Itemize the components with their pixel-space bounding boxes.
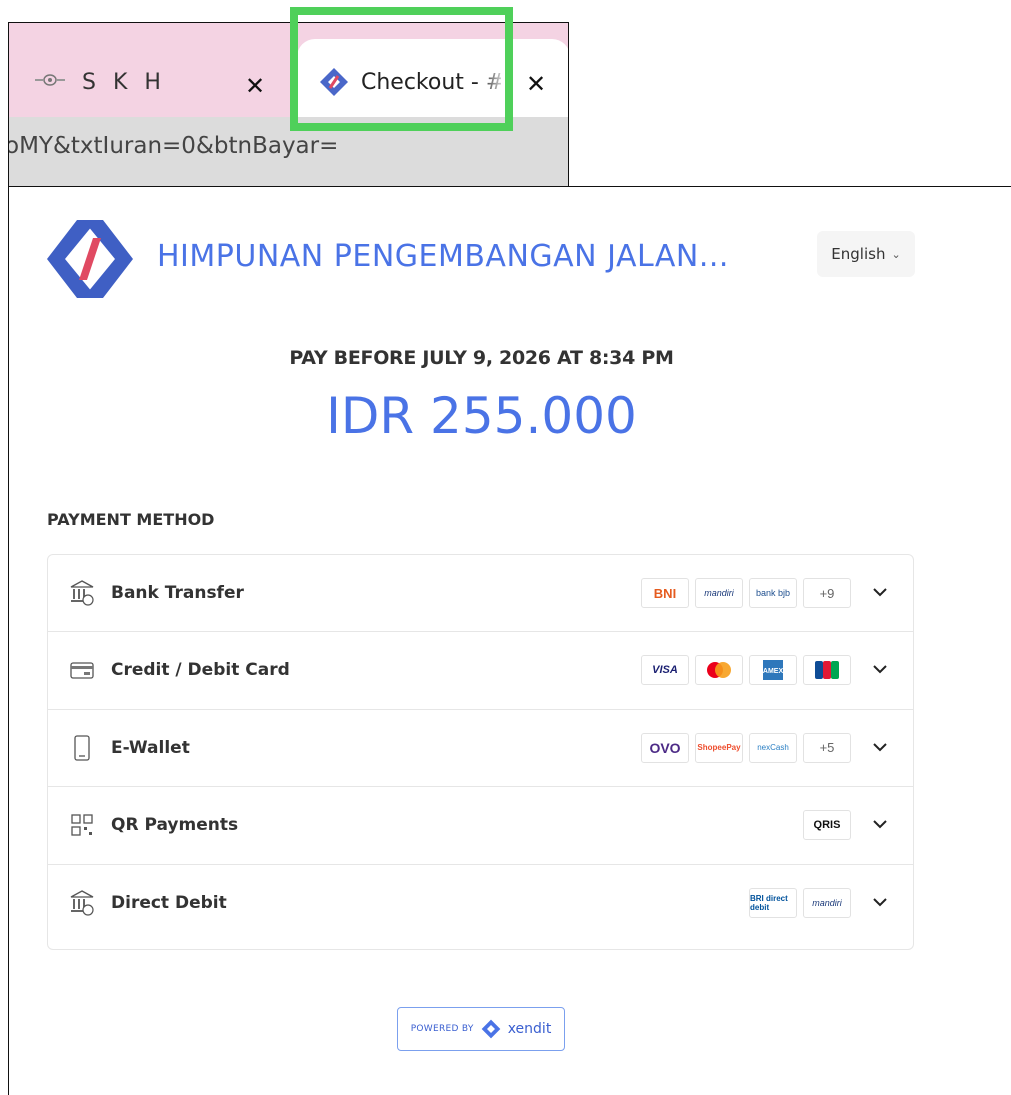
payment-option-bank-transfer[interactable]: Bank Transfer BNI mandiri bank bjb +9	[48, 555, 913, 633]
chevron-down-icon[interactable]	[873, 662, 887, 676]
payment-option-label: QR Payments	[111, 815, 239, 836]
more-providers-badge: +5	[803, 732, 851, 763]
language-label: English	[831, 245, 886, 263]
ovo-logo: OVO	[641, 732, 689, 763]
bank-icon	[70, 580, 94, 606]
payment-option-label: Bank Transfer	[111, 583, 244, 603]
chevron-down-icon[interactable]	[873, 740, 887, 754]
xendit-logo-icon	[481, 1019, 501, 1039]
tab-highlight-box	[290, 7, 513, 131]
payment-option-direct-debit[interactable]: Direct Debit BRI direct debit mandiri	[48, 865, 913, 942]
amex-icon: AMEX	[763, 660, 783, 681]
mandiri-logo: mandiri	[803, 887, 851, 918]
powered-by-label: POWERED BY	[410, 1024, 474, 1034]
tab-skh[interactable]: S K H ✕	[9, 43, 294, 117]
provider-logos: BNI mandiri bank bjb +9	[641, 578, 851, 608]
jcb-icon	[815, 661, 839, 680]
bank-bjb-logo: bank bjb	[749, 578, 797, 608]
chevron-down-icon[interactable]	[873, 817, 887, 831]
address-url: oMY&txtIuran=0&btnBayar=	[8, 133, 339, 159]
provider-logos: VISA AMEX	[641, 655, 851, 686]
visa-logo: VISA	[641, 655, 689, 686]
credit-card-icon	[70, 662, 94, 680]
bank-icon	[70, 889, 94, 916]
skh-favicon-icon	[35, 74, 65, 86]
payment-option-label: E-Wallet	[111, 737, 190, 758]
payment-option-label: Credit / Debit Card	[111, 660, 290, 681]
mobile-phone-icon	[74, 735, 90, 761]
payment-option-e-wallet[interactable]: E-Wallet OVO ShopeePay nexCash +5	[48, 710, 913, 788]
more-providers-badge: +9	[803, 578, 851, 608]
shopeepay-logo: ShopeePay	[695, 732, 743, 763]
mastercard-logo	[695, 655, 743, 686]
close-tab-icon[interactable]: ✕	[525, 72, 547, 96]
payment-method-title: PAYMENT METHOD	[47, 510, 215, 529]
chevron-down-icon: ⌄	[891, 247, 901, 261]
chevron-down-icon[interactable]	[873, 585, 887, 599]
payment-option-qr-payments[interactable]: QR Payments QRIS	[48, 787, 913, 865]
provider-logos: OVO ShopeePay nexCash +5	[641, 732, 851, 763]
nexcash-logo: nexCash	[749, 732, 797, 763]
bri-direct-debit-logo: BRI direct debit	[749, 887, 797, 918]
screen: S K H ✕ Checkout - # ✕ oMY&txtIuran=0&bt…	[0, 0, 1011, 1095]
chevron-down-icon[interactable]	[873, 895, 887, 909]
xendit-brand: xendit	[507, 1021, 552, 1037]
jcb-logo	[803, 655, 851, 686]
language-selector[interactable]: English ⌄	[817, 231, 915, 277]
payment-method-list: Bank Transfer BNI mandiri bank bjb +9 Cr…	[47, 554, 914, 950]
merchant-name: HIMPUNAN PENGEMBANGAN JALAN...	[157, 239, 729, 274]
amex-logo: AMEX	[749, 655, 797, 686]
qris-logo: QRIS	[803, 810, 851, 841]
mandiri-logo: mandiri	[695, 578, 743, 608]
powered-by-xendit-badge[interactable]: POWERED BY xendit	[397, 1007, 565, 1051]
payment-option-credit-debit-card[interactable]: Credit / Debit Card VISA AMEX	[48, 632, 913, 710]
qr-code-icon	[71, 814, 93, 836]
pay-before-deadline: PAY BEFORE JULY 9, 2026 AT 8:34 PM	[289, 347, 674, 369]
bni-logo: BNI	[641, 578, 689, 608]
tab-title: S K H	[82, 70, 166, 95]
close-tab-icon[interactable]: ✕	[244, 74, 266, 98]
provider-logos: BRI direct debit mandiri	[749, 887, 851, 918]
checkout-page: HIMPUNAN PENGEMBANGAN JALAN... English ⌄…	[8, 186, 1011, 1095]
payment-amount: IDR 255.000	[326, 387, 637, 445]
provider-logos: QRIS	[803, 810, 851, 841]
mastercard-icon	[707, 662, 731, 679]
merchant-logo	[47, 220, 133, 298]
svg-text:AMEX: AMEX	[763, 668, 783, 675]
payment-option-label: Direct Debit	[111, 892, 227, 913]
